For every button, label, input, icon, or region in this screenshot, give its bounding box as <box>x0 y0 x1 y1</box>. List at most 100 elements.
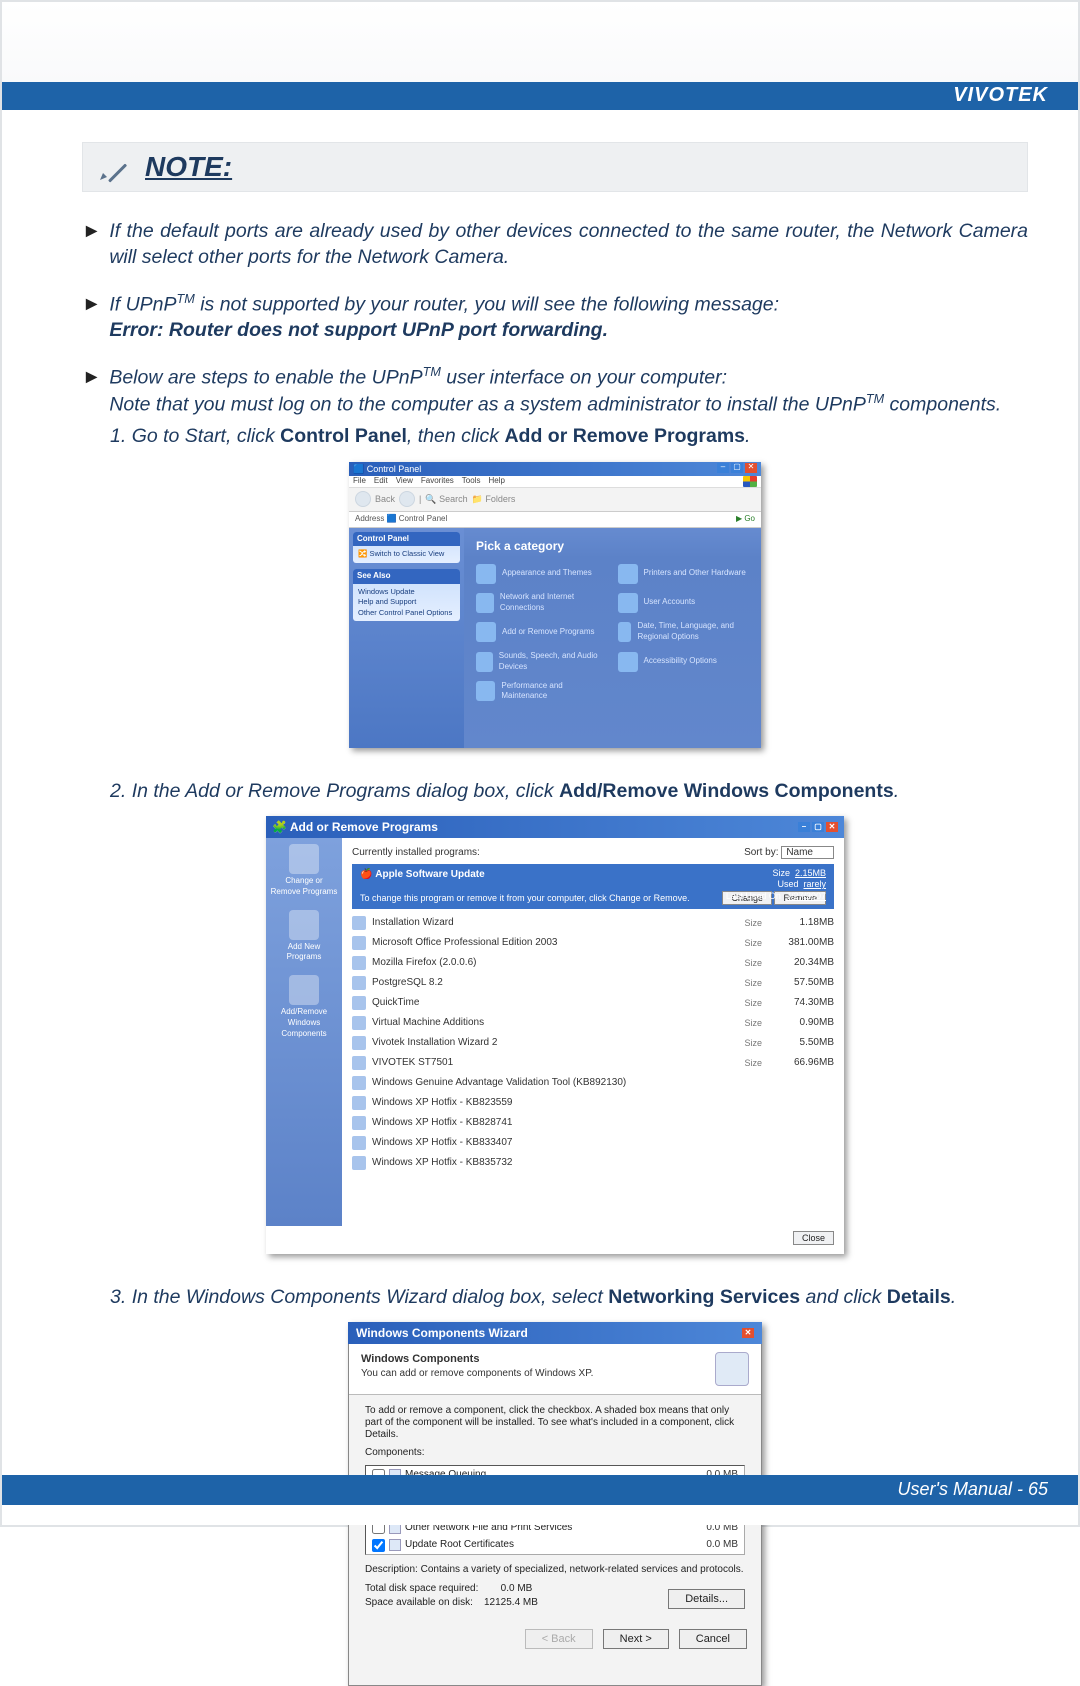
side-button-windows-components[interactable]: Add/Remove Windows Components <box>270 975 338 1039</box>
screenshot-control-panel: 🟦 Control Panel – ▢ ✕ File Edit View Fav <box>349 462 761 748</box>
maximize-icon[interactable]: ▢ <box>731 463 743 473</box>
close-icon[interactable]: ✕ <box>745 463 757 473</box>
category-icon <box>476 593 494 613</box>
program-row[interactable]: Mozilla Firefox (2.0.0.6)Size20.34MB <box>352 953 834 973</box>
category-item[interactable]: Accessibility Options <box>618 651 750 673</box>
category-item[interactable]: Performance and Maintenance <box>476 681 608 703</box>
pick-category-heading: Pick a category <box>476 538 749 554</box>
bullet-arrow: ► <box>82 364 101 418</box>
minimize-icon[interactable]: – <box>717 463 729 473</box>
back-button[interactable]: < Back <box>525 1629 593 1649</box>
wizard-instructions: To add or remove a component, click the … <box>365 1405 745 1441</box>
category-icon <box>618 622 632 642</box>
category-item[interactable]: Appearance and Themes <box>476 564 608 584</box>
program-row[interactable]: VIVOTEK ST7501Size66.96MB <box>352 1053 834 1073</box>
close-icon[interactable]: ✕ <box>742 1328 754 1338</box>
program-icon <box>352 1076 366 1090</box>
side-panel-link[interactable]: 🔀 Switch to Classic View <box>353 546 460 563</box>
content-area: NOTE: ► If the default ports are already… <box>82 142 1028 1455</box>
program-row[interactable]: QuickTimeSize74.30MB <box>352 993 834 1013</box>
details-button[interactable]: Details... <box>668 1589 745 1609</box>
program-icon <box>352 1096 366 1110</box>
component-checkbox[interactable] <box>372 1539 385 1552</box>
page-footer: User's Manual - 65 <box>2 1475 1078 1525</box>
program-row[interactable]: Vivotek Installation Wizard 2Size5.50MB <box>352 1033 834 1053</box>
search-icon[interactable]: 🔍 Search <box>425 493 467 505</box>
program-row[interactable]: Windows XP Hotfix - KB833407 <box>352 1133 834 1153</box>
program-icon <box>352 1116 366 1130</box>
wizard-heading: Windows Components <box>361 1352 593 1367</box>
category-icon <box>476 622 496 642</box>
window-toolbar[interactable]: Back | 🔍 Search 📁 Folders <box>349 488 761 512</box>
side-button-change-remove[interactable]: Change or Remove Programs <box>270 844 338 898</box>
side-button-add-new[interactable]: Add New Programs <box>270 910 338 964</box>
category-item[interactable]: Printers and Other Hardware <box>618 564 750 584</box>
maximize-icon[interactable]: ▢ <box>812 822 824 832</box>
note-heading: NOTE: <box>145 151 232 183</box>
page-header: VIVOTEK <box>2 2 1078 110</box>
close-button[interactable]: Close <box>793 1231 834 1245</box>
program-row[interactable]: Windows XP Hotfix - KB835732 <box>352 1153 834 1173</box>
step-2: 2. In the Add or Remove Programs dialog … <box>110 778 1028 804</box>
program-icon <box>352 916 366 930</box>
window-title: 🧩 Add or Remove Programs <box>272 819 438 835</box>
program-row[interactable]: PostgreSQL 8.2Size57.50MB <box>352 973 834 993</box>
program-row[interactable]: Microsoft Office Professional Edition 20… <box>352 933 834 953</box>
back-icon[interactable] <box>355 491 371 507</box>
screenshot-add-remove-programs: 🧩 Add or Remove Programs – ▢ ✕ Change or… <box>266 816 844 1254</box>
pencil-icon <box>97 151 129 183</box>
program-icon <box>352 1056 366 1070</box>
forward-icon[interactable] <box>399 491 415 507</box>
program-icon <box>352 956 366 970</box>
window-menubar[interactable]: File Edit View Favorites Tools Help <box>349 476 761 488</box>
close-icon[interactable]: ✕ <box>826 822 838 832</box>
wizard-subheading: You can add or remove components of Wind… <box>361 1367 593 1381</box>
note-box: NOTE: <box>82 142 1028 192</box>
step-3: 3. In the Windows Components Wizard dial… <box>110 1284 1028 1310</box>
side-panel-link[interactable]: Windows Update <box>358 587 455 598</box>
next-button[interactable]: Next > <box>603 1629 669 1649</box>
side-panel-link[interactable]: Other Control Panel Options <box>358 608 455 619</box>
category-icon <box>476 652 493 672</box>
program-icon <box>352 996 366 1010</box>
category-icon <box>618 593 638 613</box>
windows-flag-icon <box>743 476 757 487</box>
category-item[interactable]: Date, Time, Language, and Regional Optio… <box>618 621 750 643</box>
cancel-button[interactable]: Cancel <box>679 1629 747 1649</box>
program-icon <box>352 976 366 990</box>
program-row[interactable]: Windows XP Hotfix - KB823559 <box>352 1093 834 1113</box>
footer-text: User's Manual - 65 <box>898 1479 1049 1500</box>
program-row[interactable]: Windows Genuine Advantage Validation Too… <box>352 1073 834 1093</box>
category-item[interactable]: Add or Remove Programs <box>476 621 608 643</box>
side-panel-heading: See Also <box>353 569 460 584</box>
step-1: 1. Go to Start, click Control Panel, the… <box>110 423 1028 449</box>
category-item[interactable]: User Accounts <box>618 592 750 614</box>
category-item[interactable]: Network and Internet Connections <box>476 592 608 614</box>
folders-icon[interactable]: 📁 Folders <box>472 493 516 505</box>
components-icon <box>289 975 319 1005</box>
programs-icon <box>289 844 319 874</box>
side-panel-heading: Control Panel <box>353 532 460 547</box>
category-item[interactable]: Sounds, Speech, and Audio Devices <box>476 651 608 673</box>
program-row[interactable]: Windows XP Hotfix - KB828741 <box>352 1113 834 1133</box>
side-panel-link[interactable]: Help and Support <box>358 597 455 608</box>
minimize-icon[interactable]: – <box>798 822 810 832</box>
category-icon <box>476 564 496 584</box>
component-icon <box>389 1539 401 1551</box>
address-bar[interactable]: Address 🟦 Control Panel ▶ Go <box>349 512 761 528</box>
add-icon <box>289 910 319 940</box>
program-icon <box>352 936 366 950</box>
component-description: Contains a variety of specialized, netwo… <box>421 1564 744 1575</box>
category-icon <box>618 652 638 672</box>
component-row[interactable]: Update Root Certificates0.0 MB <box>366 1536 744 1554</box>
program-row[interactable]: Virtual Machine AdditionsSize0.90MB <box>352 1013 834 1033</box>
sort-by-select[interactable]: Sort by: Name <box>744 846 834 860</box>
program-row[interactable]: Installation WizardSize1.18MB <box>352 913 834 933</box>
window-title: Windows Components Wizard <box>356 1325 528 1341</box>
program-icon <box>352 1016 366 1030</box>
bullet-3-text: Below are steps to enable the UPnPTM use… <box>109 364 1028 418</box>
program-icon <box>352 1036 366 1050</box>
program-icon <box>352 1136 366 1150</box>
components-icon <box>715 1352 749 1386</box>
installed-heading: Currently installed programs: <box>352 846 480 860</box>
